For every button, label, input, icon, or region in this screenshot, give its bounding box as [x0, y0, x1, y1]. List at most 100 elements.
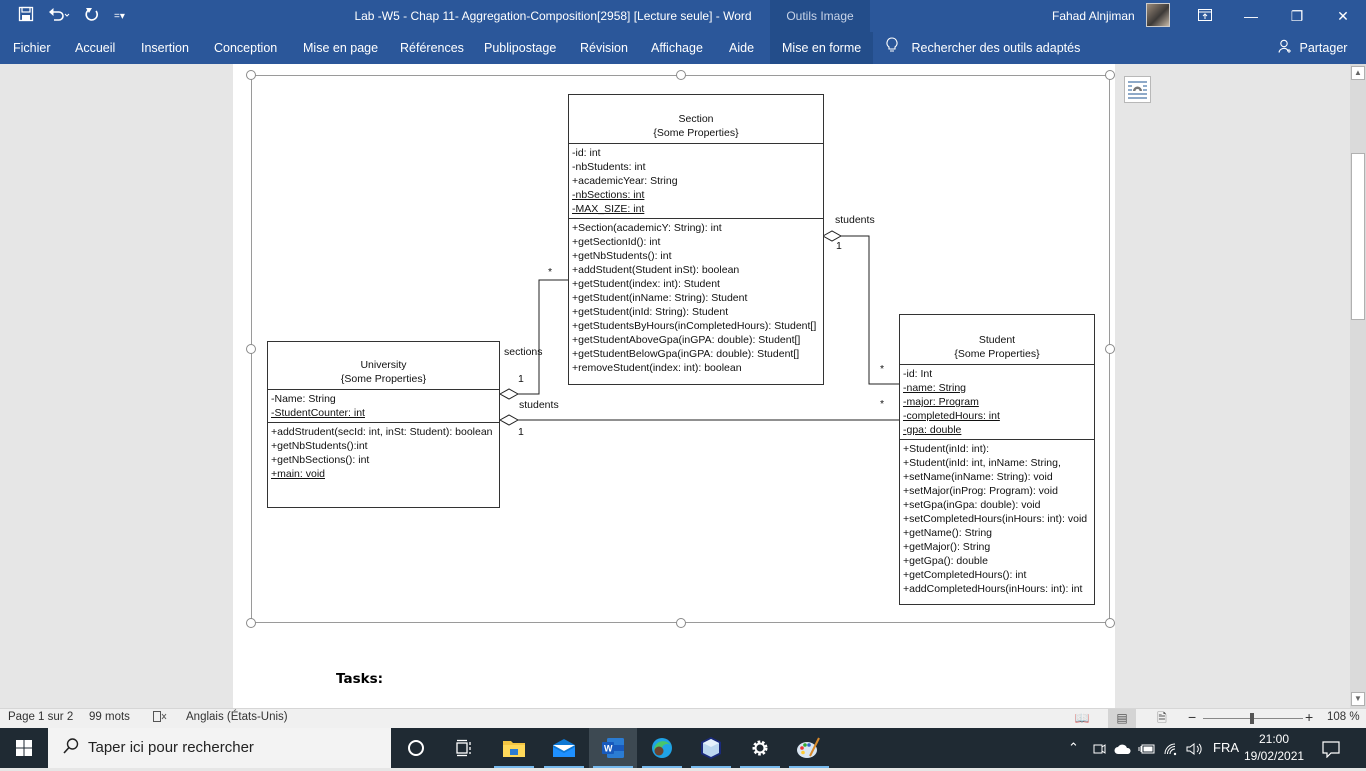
multiplicity-university-students: 1: [518, 426, 524, 438]
close-button[interactable]: ✕: [1320, 0, 1366, 32]
class-operation: +getGpa(): double: [903, 555, 988, 567]
user-name[interactable]: Fahad Alnjiman: [1052, 9, 1135, 23]
resize-handle-top-right[interactable]: [1105, 70, 1115, 80]
lightbulb-icon: [886, 33, 898, 65]
tab-mise-en-page[interactable]: Mise en page: [303, 32, 378, 64]
layout-options-button[interactable]: [1124, 76, 1151, 103]
print-layout-button[interactable]: ▤: [1108, 709, 1136, 728]
class-attribute: -MAX_SIZE: int: [572, 203, 645, 215]
tab-insertion[interactable]: Insertion: [141, 32, 189, 64]
ribbon-display-options-icon[interactable]: [1182, 0, 1228, 32]
zoom-out-button[interactable]: −: [1188, 709, 1196, 725]
tab-publipostage[interactable]: Publipostage: [484, 32, 556, 64]
meet-now-icon[interactable]: [1092, 728, 1106, 768]
mail-button[interactable]: [540, 728, 588, 768]
tab-revision[interactable]: Révision: [580, 32, 628, 64]
class-operation: +getCompletedHours(): int: [903, 569, 1027, 581]
zoom-level[interactable]: 108 %: [1327, 711, 1360, 723]
paint-palette-icon: [797, 737, 820, 758]
role-label-section-students: students: [835, 214, 875, 226]
tab-references[interactable]: Références: [400, 32, 464, 64]
gear-icon: [752, 740, 768, 756]
resize-handle-right[interactable]: [1105, 344, 1115, 354]
task-view-button[interactable]: [440, 728, 488, 768]
window-controls: — ❐ ✕: [1182, 0, 1366, 32]
class-name: Section: [678, 113, 714, 125]
class-operations: +Student(inId: int): +Student(inId: int, …: [900, 440, 1094, 598]
settings-button[interactable]: [736, 728, 784, 768]
class-attribute: -id: int: [572, 147, 601, 159]
start-button[interactable]: [0, 728, 48, 768]
status-bar: Page 1 sur 2 99 mots Anglais (États-Unis…: [0, 708, 1366, 728]
tab-accueil[interactable]: Accueil: [75, 32, 115, 64]
ribbon-tabs: Fichier Accueil Insertion Conception Mis…: [0, 32, 1366, 64]
resize-handle-top-left[interactable]: [246, 70, 256, 80]
read-mode-button[interactable]: 📖: [1068, 709, 1096, 728]
class-attribute: -Name: String: [271, 393, 336, 405]
class-operation: +setName(inName: String): void: [903, 471, 1053, 483]
task-view-icon: [456, 739, 471, 757]
multiplicity-student-end-university: *: [880, 398, 885, 410]
class-operation: +getStudent(index: int): Student: [572, 278, 720, 290]
uml-class-student: Student {Some Properties} -id: Int -name:…: [899, 314, 1095, 605]
wrap-text-icon: [1128, 81, 1147, 99]
notifications-icon: [1322, 740, 1340, 759]
class-operation: +getStudentAboveGpa(inGPA: double): Stud…: [572, 334, 801, 346]
class-operation: +addStrudent(secId: int, inSt: Student):…: [271, 426, 493, 438]
language-indicator[interactable]: Anglais (États-Unis): [186, 711, 288, 723]
web-layout-button[interactable]: 🗎: [1148, 709, 1176, 728]
class-operation: +getMajor(): String: [903, 541, 991, 553]
class-attribute: -StudentCounter: int: [271, 407, 365, 419]
show-hidden-icons-button[interactable]: ⌃: [1068, 728, 1079, 768]
tell-me-search[interactable]: Rechercher des outils adaptés: [886, 32, 1080, 64]
system-clock[interactable]: 21:00 19/02/2021: [1244, 731, 1304, 765]
restore-button[interactable]: ❐: [1274, 0, 1320, 32]
taskbar-search[interactable]: Taper ici pour rechercher: [48, 728, 391, 768]
class-attribute: -name: String: [903, 382, 967, 394]
edge-button[interactable]: [638, 728, 686, 768]
word-button[interactable]: W: [589, 728, 637, 768]
zoom-in-button[interactable]: +: [1305, 709, 1313, 725]
class-operation: +Student(inId: int):: [903, 443, 990, 455]
resize-handle-bottom-right[interactable]: [1105, 618, 1115, 628]
input-language[interactable]: FRA: [1213, 728, 1239, 768]
word-count[interactable]: 99 mots: [89, 711, 130, 723]
scroll-down-button[interactable]: ▼: [1351, 692, 1365, 706]
role-label-sections: sections: [504, 346, 543, 358]
resize-handle-left[interactable]: [246, 344, 256, 354]
share-button[interactable]: Partager: [1278, 32, 1347, 64]
resize-handle-top[interactable]: [676, 70, 686, 80]
page-count[interactable]: Page 1 sur 2: [8, 711, 73, 723]
resize-handle-bottom-left[interactable]: [246, 618, 256, 628]
file-explorer-button[interactable]: [490, 728, 538, 768]
class-attribute: -completedHours: int: [903, 410, 1000, 422]
volume-icon[interactable]: [1186, 728, 1204, 768]
cortana-button[interactable]: [392, 728, 440, 768]
wifi-icon[interactable]: [1163, 728, 1179, 768]
tab-aide[interactable]: Aide: [729, 32, 754, 64]
tab-fichier[interactable]: Fichier: [13, 32, 51, 64]
tab-mise-en-forme[interactable]: Mise en forme: [770, 32, 874, 64]
scroll-thumb[interactable]: [1351, 153, 1365, 320]
battery-icon[interactable]: [1138, 728, 1156, 768]
vertical-scrollbar[interactable]: ▲ ▼: [1350, 64, 1366, 708]
class-operation: +setGpa(inGpa: double): void: [903, 499, 1041, 511]
paint-button[interactable]: [785, 728, 833, 768]
onedrive-icon[interactable]: [1114, 728, 1132, 768]
class-operation: +Student(inId: int, inName: String,: [903, 457, 1061, 469]
zoom-slider-thumb[interactable]: [1250, 713, 1254, 724]
3d-viewer-button[interactable]: [687, 728, 735, 768]
proofing-icon[interactable]: [153, 711, 167, 726]
class-attributes: -id: int -nbStudents: int +academicYear: S…: [569, 144, 823, 219]
minimize-button[interactable]: —: [1228, 0, 1274, 32]
3d-viewer-icon: [701, 737, 721, 759]
folder-icon: [503, 741, 525, 757]
tab-affichage[interactable]: Affichage: [651, 32, 703, 64]
avatar[interactable]: [1146, 3, 1170, 27]
notification-center-button[interactable]: [1322, 728, 1340, 768]
resize-handle-bottom[interactable]: [676, 618, 686, 628]
search-placeholder: Taper ici pour rechercher: [88, 739, 254, 756]
scroll-up-button[interactable]: ▲: [1351, 66, 1365, 80]
class-properties: {Some Properties}: [954, 348, 1040, 360]
tab-conception[interactable]: Conception: [214, 32, 277, 64]
